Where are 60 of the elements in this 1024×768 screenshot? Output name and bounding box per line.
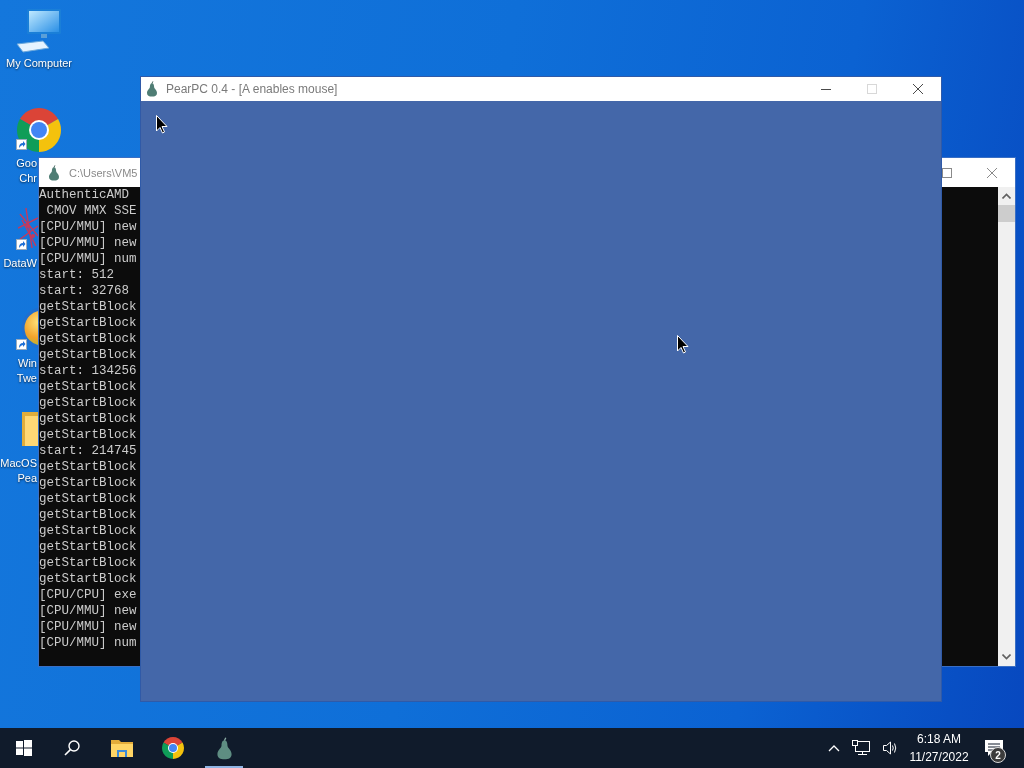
search-icon xyxy=(64,740,80,756)
console-line: [CPU/MMU] new xyxy=(39,603,137,619)
lattice-icon[interactable] xyxy=(18,206,38,250)
pear-icon xyxy=(215,736,233,760)
mouse-pointer-icon xyxy=(677,335,689,354)
pear-icon xyxy=(48,164,60,181)
chevron-up-icon[interactable] xyxy=(828,744,840,752)
pear-icon xyxy=(146,81,158,97)
folder-icon xyxy=(110,738,134,758)
volume-icon[interactable] xyxy=(882,740,898,756)
tricolor-circle-icon xyxy=(161,736,185,760)
console-line: [CPU/CPU] exe xyxy=(39,587,137,603)
console-line: getStartBlock xyxy=(39,491,137,507)
window-title: C:\Users\VM5 xyxy=(69,166,138,179)
console-line: start: 512 xyxy=(39,267,114,283)
maximize-icon xyxy=(942,167,952,178)
console-line: getStartBlock xyxy=(39,539,137,555)
console-line: [CPU/MMU] new xyxy=(39,219,137,235)
console-line: getStartBlock xyxy=(39,299,137,315)
console-line: getStartBlock xyxy=(39,379,137,395)
notifications-button[interactable]: 2 xyxy=(972,728,1016,768)
console-line: AuthenticAMD xyxy=(39,187,129,203)
maximize-icon xyxy=(867,84,877,94)
console-line: getStartBlock xyxy=(39,427,137,443)
window-title: PearPC 0.4 - [A enables mouse] xyxy=(166,82,338,96)
console-line: getStartBlock xyxy=(39,507,137,523)
console-line: getStartBlock xyxy=(39,459,137,475)
console-line: start: 134256 xyxy=(39,363,137,379)
console-line: [CPU/MMU] num xyxy=(39,635,137,651)
icon-label: My Computer xyxy=(6,56,72,71)
icon-label: Goo Chr xyxy=(16,156,37,186)
icon-label: MacOS Pea xyxy=(0,456,37,486)
mouse-pointer-icon xyxy=(156,115,168,134)
console-line: [CPU/MMU] new xyxy=(39,619,137,635)
console-line: getStartBlock xyxy=(39,331,137,347)
minimize-icon xyxy=(821,88,831,90)
console-line: getStartBlock xyxy=(39,411,137,427)
console-line: getStartBlock xyxy=(39,475,137,491)
clock[interactable]: 6:18 AM 11/27/2022 xyxy=(906,728,972,768)
console-line: [CPU/MMU] new xyxy=(39,235,137,251)
network-icon[interactable] xyxy=(852,740,870,756)
console-line: getStartBlock xyxy=(39,315,137,331)
console-line: getStartBlock xyxy=(39,555,137,571)
console-line: CMOV MMX SSE xyxy=(45,203,137,219)
notification-count-badge: 2 xyxy=(990,747,1006,763)
console-line: start: 214745 xyxy=(39,443,137,459)
close-icon xyxy=(913,84,923,94)
console-line: getStartBlock xyxy=(39,523,137,539)
computer-icon[interactable] xyxy=(15,6,63,54)
icon-label: Win Twe xyxy=(16,356,37,386)
tricolor-circle-icon[interactable] xyxy=(15,106,63,154)
console-line: [CPU/MMU] num xyxy=(39,251,137,267)
scrollbar-thumb[interactable] xyxy=(998,205,1015,222)
console-line: start: 32768 xyxy=(39,283,129,299)
close-icon xyxy=(987,167,997,178)
console-line: getStartBlock xyxy=(39,571,137,587)
four-panes-icon xyxy=(16,740,32,756)
icon-label: DataW xyxy=(3,256,37,271)
console-line: getStartBlock xyxy=(39,347,137,363)
console-line: getStartBlock xyxy=(39,395,137,411)
